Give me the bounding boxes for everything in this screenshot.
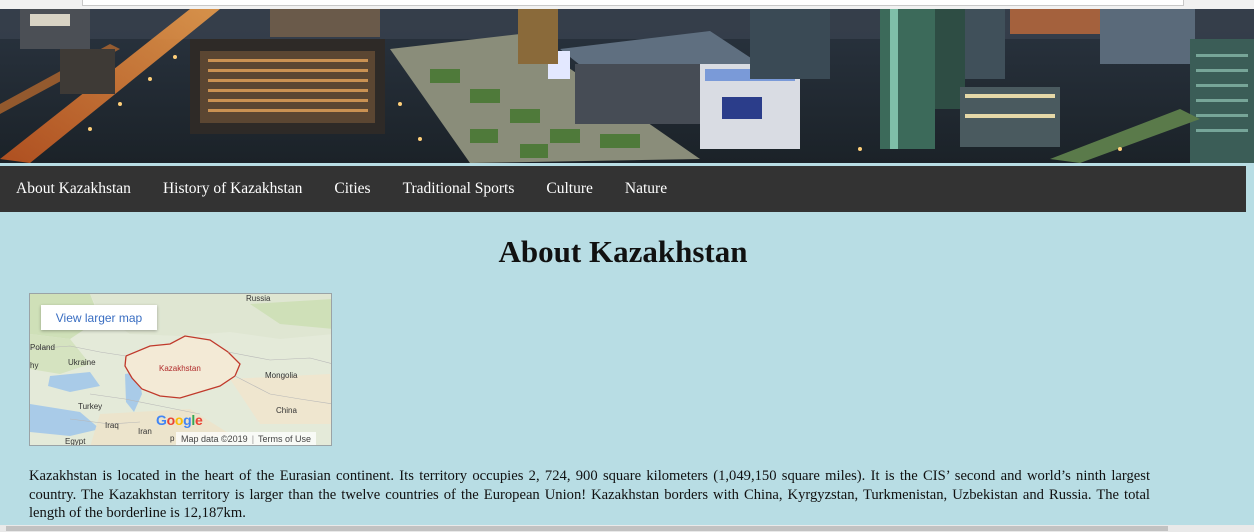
embedded-map[interactable]: View larger map Russia Poland hy Ukraine… [29, 293, 332, 446]
map-label-iraq: Iraq [105, 421, 119, 430]
nav-item-culture[interactable]: Culture [546, 180, 593, 198]
terms-of-use-link[interactable]: Terms of Use [258, 434, 311, 444]
horizontal-scrollbar[interactable] [0, 525, 1254, 532]
page-title: About Kazakhstan [498, 234, 748, 269]
address-bar[interactable] [82, 0, 1184, 6]
nav-item-nature[interactable]: Nature [625, 180, 667, 198]
view-larger-map-link[interactable]: View larger map [41, 305, 157, 330]
map-label-mongolia: Mongolia [265, 371, 298, 380]
scrollbar-thumb[interactable] [6, 526, 1168, 531]
map-label-edge-bottom: p [170, 434, 175, 443]
map-label-russia: Russia [246, 294, 271, 303]
nav-item-history-of-kazakhstan[interactable]: History of Kazakhstan [163, 180, 302, 198]
attribution-separator: | [251, 434, 255, 444]
map-label-china: China [276, 406, 297, 415]
nav-item-traditional-sports[interactable]: Traditional Sports [403, 180, 515, 198]
google-logo: Google [156, 412, 203, 428]
map-label-egypt: Egypt [65, 437, 86, 446]
nav-item-about-kazakhstan[interactable]: About Kazakhstan [16, 180, 131, 198]
intro-paragraph: Kazakhstan is located in the heart of th… [29, 468, 1150, 522]
map-data-notice: Map data ©2019 [181, 434, 248, 444]
map-label-ukraine: Ukraine [68, 358, 96, 367]
map-label-iran: Iran [138, 427, 152, 436]
map-label-turkey: Turkey [78, 402, 103, 411]
header-banner-image [0, 9, 1254, 163]
main-navigation: About Kazakhstan History of Kazakhstan C… [0, 166, 1246, 212]
nav-item-cities[interactable]: Cities [334, 180, 370, 198]
map-label-edge-left: hy [30, 361, 39, 370]
map-attribution: Map data ©2019 | Terms of Use [176, 432, 317, 445]
map-label-poland: Poland [30, 343, 55, 352]
map-label-kazakhstan: Kazakhstan [159, 364, 201, 373]
